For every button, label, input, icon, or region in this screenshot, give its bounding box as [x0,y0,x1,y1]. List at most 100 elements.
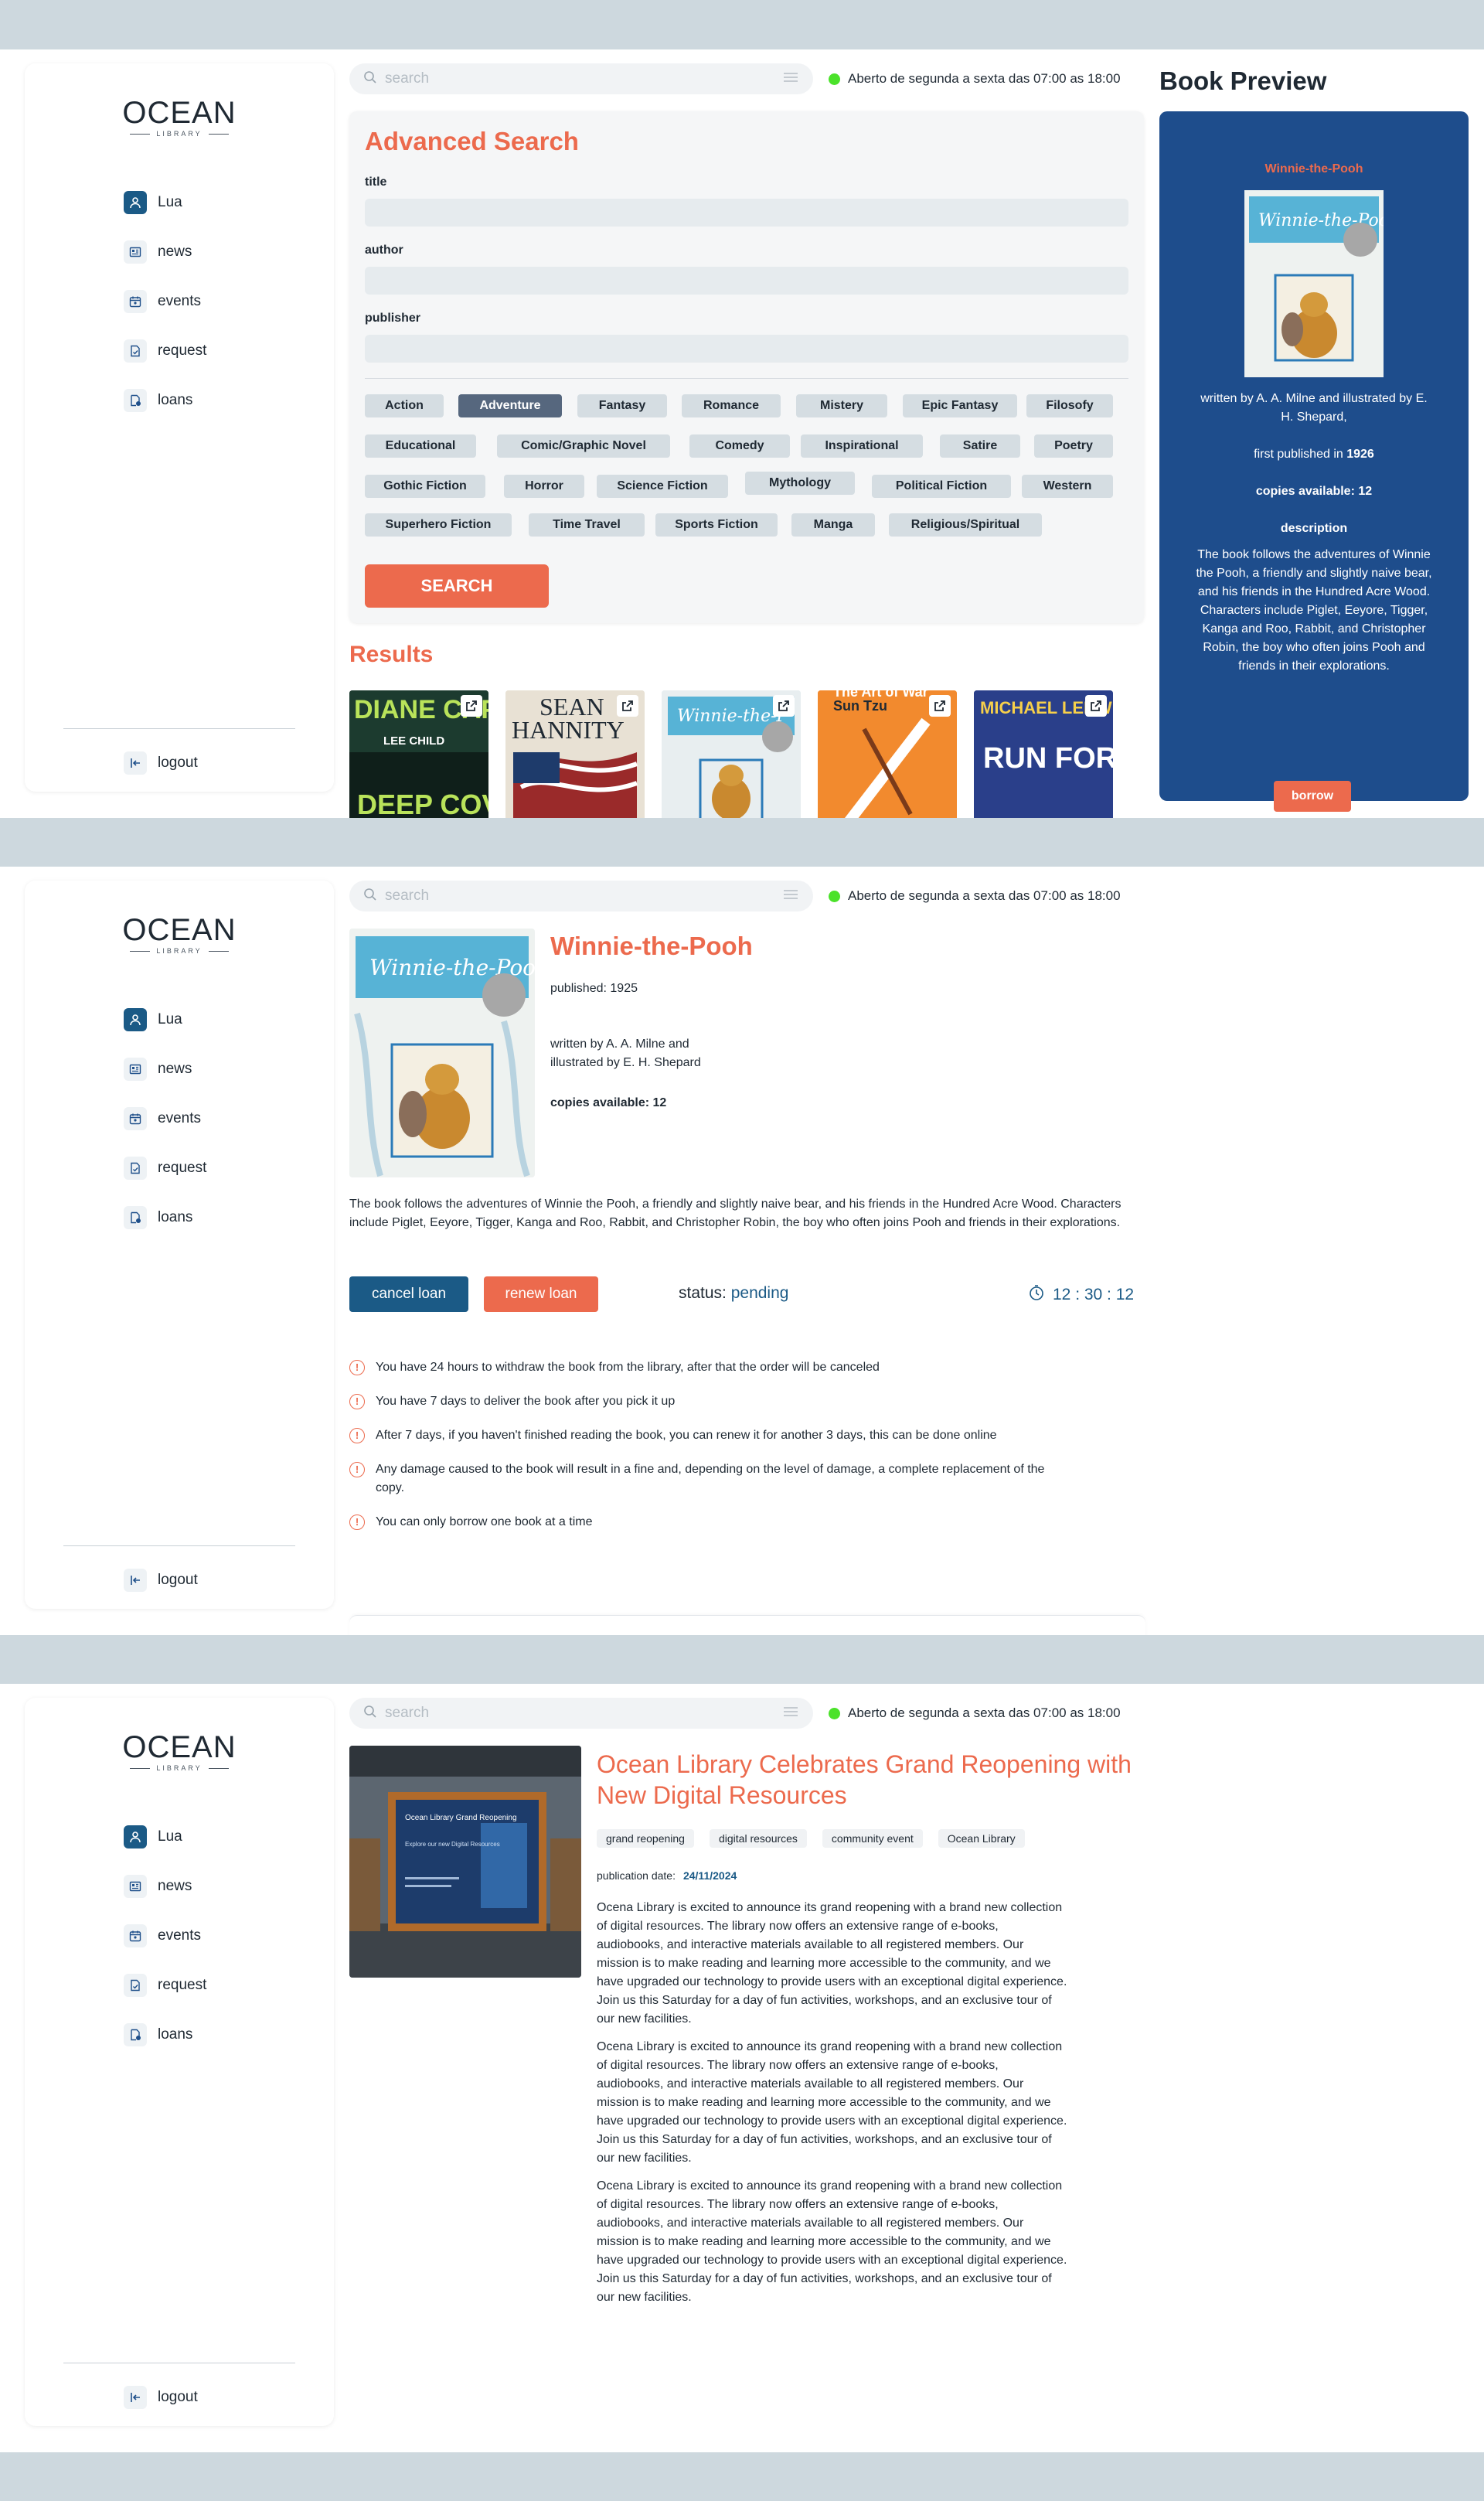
calendar-icon [124,1924,147,1947]
external-link-icon[interactable] [929,695,951,717]
calendar-icon [124,290,147,313]
genre-tag-active[interactable]: Adventure [458,394,562,417]
filter-list-icon[interactable] [782,71,799,87]
sidebar-nav: Lua news events request loans [124,995,206,1242]
logout-label: logout [158,1572,198,1588]
ocean-library-logo[interactable]: OCEAN LIBRARY [25,1730,334,1772]
book-result-card[interactable]: SEAN HANNITY [505,690,645,818]
title-input[interactable] [365,199,1128,227]
book-preview-heading: Book Preview [1159,66,1327,95]
sidebar-item-label: Lua [158,194,182,210]
search-input[interactable] [385,888,782,905]
genre-tag[interactable]: Religious/Spiritual [889,513,1042,537]
logout-button[interactable]: logout [124,2374,198,2421]
search-button[interactable]: SEARCH [365,564,549,608]
news-image-heading: Ocean Library Grand Reopening [405,1814,517,1822]
search-input[interactable] [385,1705,782,1722]
rule-item: ! You have 7 days to deliver the book aft… [349,1392,1145,1411]
genre-tag[interactable]: Filosofy [1026,394,1113,417]
news-image: Ocean Library Grand Reopening Explore ou… [349,1746,581,1978]
sidebar-item-profile[interactable]: Lua [124,1812,206,1862]
sidebar-item-label: loans [158,2026,193,2043]
ocean-library-logo[interactable]: OCEAN LIBRARY [25,96,334,138]
book-result-card[interactable]: Winnie-the-P [662,690,801,818]
genre-tag[interactable]: Romance [682,394,781,417]
genre-tag[interactable]: Satire [940,434,1020,458]
user-icon [124,191,147,214]
external-link-icon[interactable] [617,695,638,717]
sidebar-item-request[interactable]: request [124,1143,206,1193]
open-status-dot [829,73,840,85]
book-result-card[interactable]: MICHAEL LEDWI RUN FOR COVER [974,690,1113,818]
news-tag[interactable]: Ocean Library [938,1829,1025,1848]
sidebar-item-loans[interactable]: loans [124,1193,206,1242]
advanced-search-title: Advanced Search [365,127,579,155]
genre-tag[interactable]: Action [365,394,444,417]
sidebar-item-label: news [158,1878,192,1894]
book-result-card[interactable]: The Art of War Sun Tzu [818,690,957,818]
cancel-loan-button[interactable]: cancel loan [349,1276,468,1312]
sidebar-item-events[interactable]: events [124,1094,206,1143]
sidebar-item-loans[interactable]: loans [124,2010,206,2060]
stopwatch-icon [1028,1284,1045,1306]
genre-tag[interactable]: Science Fiction [597,475,728,498]
genre-tag[interactable]: Horror [504,475,584,498]
genre-tag[interactable]: Comedy [689,434,790,458]
news-tag[interactable]: grand reopening [597,1829,694,1848]
sidebar-item-request[interactable]: request [124,1961,206,2010]
preview-description: The book follows the adventures of Winni… [1196,548,1432,673]
logout-button[interactable]: logout [124,740,198,786]
author-input[interactable] [365,267,1128,295]
genre-tag[interactable]: Political Fiction [872,475,1011,498]
publisher-input[interactable] [365,335,1128,363]
sidebar-nav: Lua news events request loans [124,1812,206,2060]
renew-loan-button[interactable]: renew loan [484,1276,598,1312]
sidebar-item-news[interactable]: news [124,1862,206,1911]
news-tag[interactable]: digital resources [709,1829,807,1848]
warning-icon: ! [349,1515,365,1530]
result-cover-subtitle: DEEP COVER [357,789,488,818]
filter-list-icon[interactable] [782,1705,799,1722]
external-link-icon[interactable] [461,695,482,717]
genre-tag[interactable]: Sports Fiction [655,513,778,537]
filter-list-icon[interactable] [782,888,799,905]
genre-tag[interactable]: Poetry [1034,434,1113,458]
genre-tag[interactable]: Superhero Fiction [365,513,512,537]
search-bar [349,881,813,911]
genre-tag[interactable]: Mythology [745,472,855,495]
news-tag[interactable]: community event [822,1829,923,1848]
book-result-card[interactable]: DIANE CAP LEE CHILD DEEP COVER [349,690,488,818]
genre-tag[interactable]: Time Travel [529,513,645,537]
search-input[interactable] [385,70,782,87]
sidebar-item-request[interactable]: request [124,326,206,376]
genre-tag[interactable]: Gothic Fiction [365,475,485,498]
genre-tag[interactable]: Educational [365,434,476,458]
genre-tag[interactable]: Fantasy [577,394,667,417]
sidebar-item-news[interactable]: news [124,1044,206,1094]
news-paragraph: Ocena Library is excited to announce its… [597,2040,1067,2165]
preview-copies: copies available: 12 [1255,485,1373,498]
logout-button[interactable]: logout [124,1557,198,1603]
external-link-icon[interactable] [1085,695,1107,717]
genre-tag[interactable]: Western [1022,475,1113,498]
sidebar-item-loans[interactable]: loans [124,376,206,425]
sidebar-item-profile[interactable]: Lua [124,178,206,227]
warning-icon: ! [349,1462,365,1477]
genre-tag[interactable]: Inspirational [801,434,923,458]
genre-tag[interactable]: Mistery [796,394,887,417]
sidebar-item-events[interactable]: events [124,277,206,326]
external-link-icon[interactable] [773,695,795,717]
ocean-library-logo[interactable]: OCEAN LIBRARY [25,913,334,955]
genre-tag[interactable]: Epic Fantasy [903,394,1017,417]
sidebar-item-events[interactable]: events [124,1911,206,1961]
warning-icon: ! [349,1428,365,1443]
genre-tag[interactable]: Manga [791,513,875,537]
logout-label: logout [158,755,198,771]
sidebar-item-label: news [158,1061,192,1077]
bottom-card-edge [349,1615,1145,1635]
borrow-button[interactable]: borrow [1274,781,1351,812]
genre-tag[interactable]: Comic/Graphic Novel [497,434,670,458]
sidebar-item-profile[interactable]: Lua [124,995,206,1044]
document-icon [124,1157,147,1180]
sidebar-item-news[interactable]: news [124,227,206,277]
